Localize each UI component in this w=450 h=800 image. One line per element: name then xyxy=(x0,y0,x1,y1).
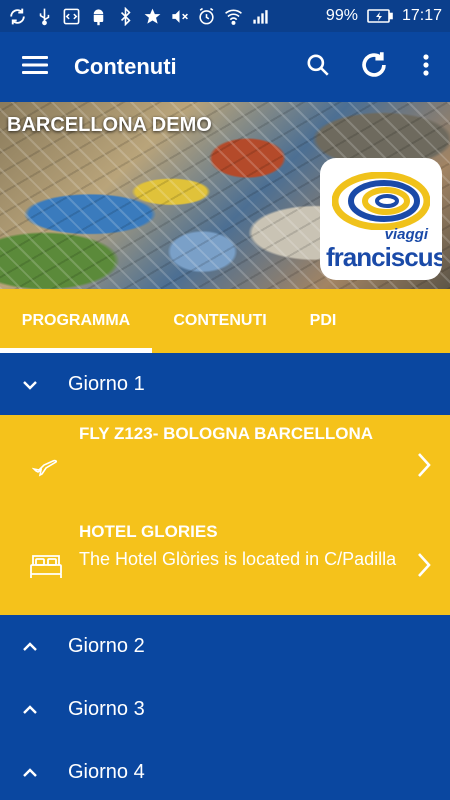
app-bar: Contenuti xyxy=(0,32,450,102)
day-3-header[interactable]: Giorno 3 xyxy=(0,678,450,741)
item-title: FLY Z123- BOLOGNA BARCELLONA xyxy=(79,424,374,443)
item-subtitle: The Hotel Glòries is located in C/Padill… xyxy=(79,549,397,569)
star-icon xyxy=(143,7,162,26)
signal-icon xyxy=(251,7,270,26)
bed-icon xyxy=(26,545,66,585)
refresh-icon xyxy=(357,48,391,87)
code-icon xyxy=(62,7,81,26)
spiral-logo-icon xyxy=(332,172,430,230)
tab-contenuti[interactable]: CONTENUTI xyxy=(152,289,288,353)
chevron-right-icon xyxy=(412,545,436,585)
day-2-header[interactable]: Giorno 2 xyxy=(0,615,450,678)
menu-icon xyxy=(22,55,48,80)
day-label: Giorno 2 xyxy=(68,635,145,657)
search-icon xyxy=(305,52,331,83)
logo-brand-text: franciscus xyxy=(326,242,442,272)
day-label: Giorno 3 xyxy=(68,698,145,720)
day-label: Giorno 4 xyxy=(68,761,145,783)
tab-bar: PROGRAMMA CONTENUTI PDI xyxy=(0,289,450,353)
battery-percent: 99% xyxy=(325,7,358,24)
day-label: Giorno 1 xyxy=(68,373,145,395)
sync-icon xyxy=(8,7,27,26)
status-bar: 99% 17:17 xyxy=(0,0,450,32)
list-item-flight[interactable]: FLY Z123- BOLOGNA BARCELLONA xyxy=(0,415,450,515)
battery-icon xyxy=(366,7,394,26)
logo-small-text: viaggi xyxy=(384,226,428,243)
search-button[interactable] xyxy=(290,32,346,102)
menu-button[interactable] xyxy=(0,32,70,102)
day-4-header[interactable]: Giorno 4 xyxy=(0,741,450,800)
hero-banner: BARCELLONA DEMO viaggi franciscus xyxy=(0,102,450,289)
refresh-button[interactable] xyxy=(346,32,402,102)
status-time: 17:17 xyxy=(401,7,442,24)
chevron-up-icon xyxy=(0,741,60,800)
day-1-items: FLY Z123- BOLOGNA BARCELLONA HOTEL GLORI… xyxy=(0,415,450,615)
chevron-up-icon xyxy=(0,615,60,678)
tab-pdi[interactable]: PDI xyxy=(288,289,358,353)
item-title: HOTEL GLORIES xyxy=(79,522,218,541)
chevron-up-icon xyxy=(0,678,60,741)
app-title: Contenuti xyxy=(74,54,177,79)
status-right: 99% 17:17 xyxy=(326,7,442,26)
tab-programma[interactable]: PROGRAMMA xyxy=(0,289,152,353)
trip-title: BARCELLONA DEMO xyxy=(7,114,212,136)
more-vert-icon xyxy=(422,53,430,82)
more-options-button[interactable] xyxy=(402,32,450,102)
list-item-hotel[interactable]: HOTEL GLORIES The Hotel Glòries is locat… xyxy=(0,515,450,615)
usb-icon xyxy=(35,7,54,26)
mute-icon xyxy=(170,7,189,26)
franciscus-logo: viaggi franciscus xyxy=(320,158,442,280)
chevron-down-icon xyxy=(0,353,60,416)
wifi-icon xyxy=(224,7,243,26)
bluetooth-icon xyxy=(116,6,135,26)
airplane-icon xyxy=(26,445,66,485)
chevron-right-icon xyxy=(412,445,436,485)
status-icons xyxy=(8,6,270,26)
day-1-header[interactable]: Giorno 1 xyxy=(0,353,450,416)
alarm-icon xyxy=(197,7,216,26)
android-icon xyxy=(89,7,108,26)
